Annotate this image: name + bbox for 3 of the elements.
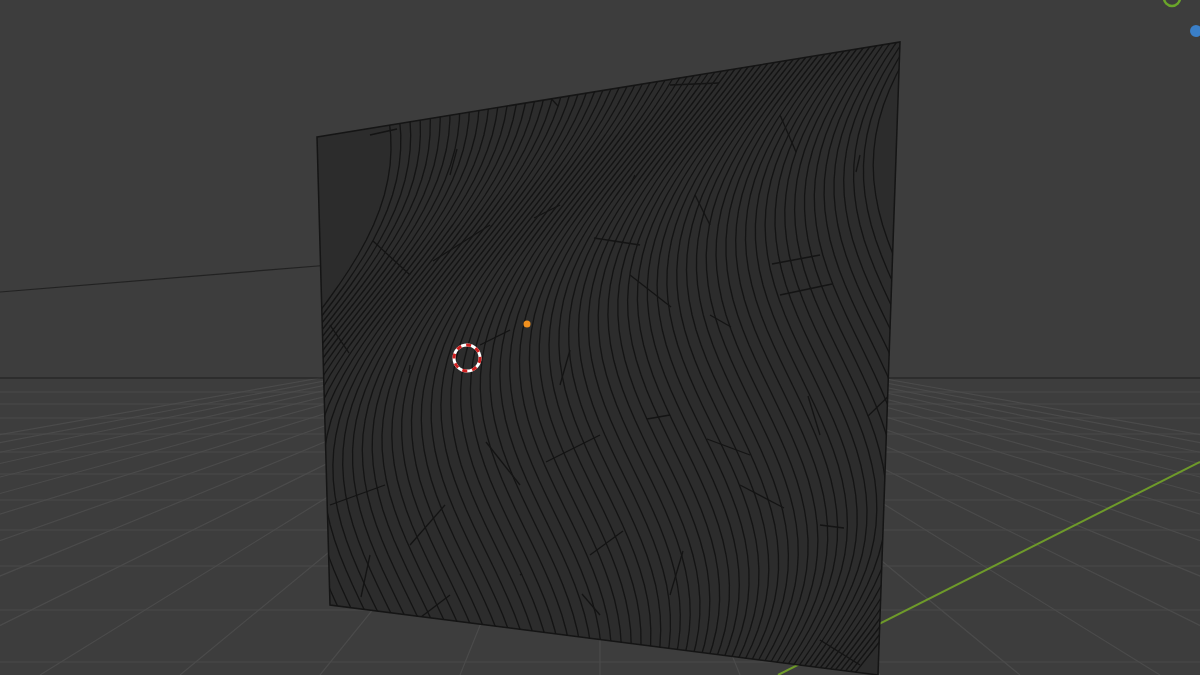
origin-dot [523,320,531,328]
3d-cursor-icon[interactable] [452,343,482,373]
axis-gizmo-icon[interactable] [1162,0,1200,37]
